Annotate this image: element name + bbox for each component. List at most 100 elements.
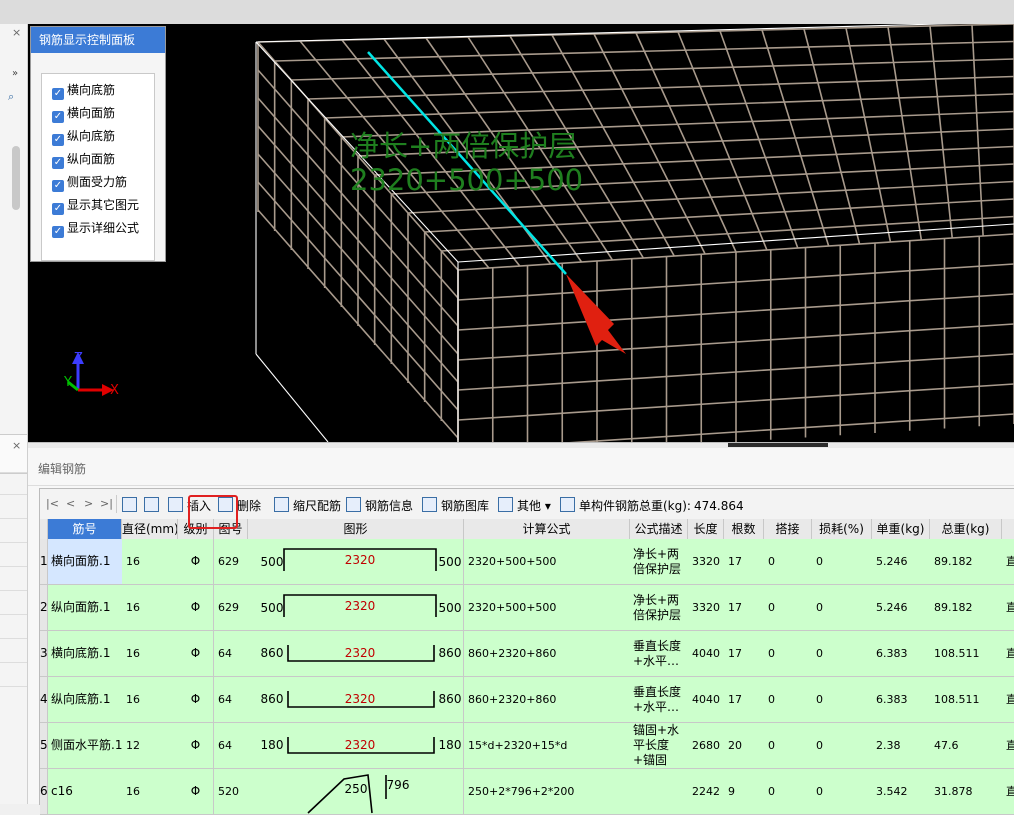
count-cell[interactable]: 20 <box>724 723 768 769</box>
length-cell[interactable]: 3320 <box>688 585 728 631</box>
figure-no-cell[interactable]: 629 <box>214 539 252 585</box>
grade-cell[interactable]: Φ <box>178 677 214 723</box>
loss-cell[interactable]: 0 <box>812 585 876 631</box>
checkbox-show-formula[interactable]: ✓ 显示详细公式 <box>52 218 139 238</box>
lap-cell[interactable]: 0 <box>764 585 816 631</box>
unit-weight-cell[interactable]: 3.542 <box>872 769 934 815</box>
formula-desc-cell[interactable]: 净长+两倍保护层 <box>630 539 691 585</box>
trail-cell[interactable]: 直 <box>1002 677 1014 723</box>
figure-no-cell[interactable]: 64 <box>214 677 252 723</box>
rebar-library-button[interactable]: 钢筋图库 <box>422 497 489 514</box>
scrollbar-thumb[interactable] <box>12 146 20 210</box>
figure-no-cell[interactable]: 520 <box>214 769 252 815</box>
loss-cell[interactable]: 0 <box>812 769 876 815</box>
check-icon[interactable]: ✓ <box>52 226 64 238</box>
loss-cell[interactable]: 0 <box>812 677 876 723</box>
unit-weight-cell[interactable]: 6.383 <box>872 631 934 677</box>
diameter-cell[interactable]: 16 <box>122 585 182 631</box>
trail-cell[interactable]: 直 <box>1002 769 1014 815</box>
close-icon[interactable]: × <box>12 439 21 452</box>
unit-weight-cell[interactable]: 5.246 <box>872 539 934 585</box>
lap-cell[interactable]: 0 <box>764 539 816 585</box>
diameter-cell[interactable]: 12 <box>122 723 182 769</box>
move-down-button[interactable] <box>144 497 163 513</box>
total-weight-cell[interactable]: 31.878 <box>930 769 1006 815</box>
length-cell[interactable]: 2680 <box>688 723 728 769</box>
checkbox-horizontal-bottom[interactable]: ✓ 横向底筋 <box>52 80 115 100</box>
grade-cell[interactable]: Φ <box>178 585 214 631</box>
total-weight-cell[interactable]: 47.6 <box>930 723 1006 769</box>
close-icon[interactable]: × <box>12 26 21 39</box>
total-weight-cell[interactable]: 89.182 <box>930 539 1006 585</box>
shape-cell[interactable]: 500 2320 500 <box>248 539 464 585</box>
check-icon[interactable]: ✓ <box>52 203 64 215</box>
nav-first-button[interactable]: |< <box>46 497 59 510</box>
unit-weight-cell[interactable]: 5.246 <box>872 585 934 631</box>
formula-desc-cell[interactable]: 锚固+水平长度+锚固 <box>630 723 691 769</box>
formula-cell[interactable]: 2320+500+500 <box>464 539 634 585</box>
diameter-cell[interactable]: 16 <box>122 677 182 723</box>
length-cell[interactable]: 3320 <box>688 539 728 585</box>
shape-cell[interactable]: 250 796 <box>248 769 464 815</box>
checkbox-vertical-bottom[interactable]: ✓ 纵向底筋 <box>52 126 115 146</box>
shape-cell[interactable]: 860 2320 860 <box>248 677 464 723</box>
check-icon[interactable]: ✓ <box>52 88 64 100</box>
loss-cell[interactable]: 0 <box>812 723 876 769</box>
unit-weight-cell[interactable]: 2.38 <box>872 723 934 769</box>
rebar-name-cell[interactable]: 侧面水平筋.1 <box>48 723 125 769</box>
grade-cell[interactable]: Φ <box>178 769 214 815</box>
nav-next-button[interactable]: > <box>84 497 93 510</box>
trail-cell[interactable]: 直 <box>1002 539 1014 585</box>
shape-cell[interactable]: 500 2320 500 <box>248 585 464 631</box>
shape-cell[interactable]: 180 2320 180 <box>248 723 464 769</box>
grade-cell[interactable]: Φ <box>178 631 214 677</box>
column-header[interactable] <box>40 519 48 540</box>
trail-cell[interactable]: 直 <box>1002 631 1014 677</box>
total-weight-cell[interactable]: 108.511 <box>930 677 1006 723</box>
loss-cell[interactable]: 0 <box>812 631 876 677</box>
column-header[interactable]: 根数 <box>724 519 764 540</box>
column-header[interactable]: 筋号 <box>48 519 122 540</box>
total-weight-cell[interactable]: 108.511 <box>930 631 1006 677</box>
formula-desc-cell[interactable]: 垂直长度+水平… <box>630 631 691 677</box>
column-header[interactable]: 搭接 <box>764 519 812 540</box>
column-header[interactable]: 长度 <box>688 519 724 540</box>
count-cell[interactable]: 17 <box>724 677 768 723</box>
figure-no-cell[interactable]: 629 <box>214 585 252 631</box>
checkbox-vertical-top[interactable]: ✓ 纵向面筋 <box>52 149 115 169</box>
column-header[interactable]: 计算公式 <box>464 519 630 540</box>
lap-cell[interactable]: 0 <box>764 677 816 723</box>
loss-cell[interactable]: 0 <box>812 539 876 585</box>
figure-no-cell[interactable]: 64 <box>214 723 252 769</box>
rebar-name-cell[interactable]: 纵向面筋.1 <box>48 585 125 631</box>
grade-cell[interactable]: Φ <box>178 723 214 769</box>
move-up-button[interactable] <box>122 497 141 513</box>
diameter-cell[interactable]: 16 <box>122 769 182 815</box>
trail-cell[interactable]: 直 <box>1002 585 1014 631</box>
nav-prev-button[interactable]: < <box>66 497 75 510</box>
rebar-name-cell[interactable]: 横向底筋.1 <box>48 631 125 677</box>
count-cell[interactable]: 17 <box>724 585 768 631</box>
formula-desc-cell[interactable] <box>630 769 691 815</box>
lap-cell[interactable]: 0 <box>764 769 816 815</box>
total-weight-cell[interactable]: 89.182 <box>930 585 1006 631</box>
column-header[interactable]: 总重(kg) <box>930 519 1002 540</box>
grade-cell[interactable]: Φ <box>178 539 214 585</box>
rebar-info-button[interactable]: 钢筋信息 <box>346 497 413 514</box>
diameter-cell[interactable]: 16 <box>122 631 182 677</box>
count-cell[interactable]: 17 <box>724 539 768 585</box>
unit-weight-cell[interactable]: 6.383 <box>872 677 934 723</box>
formula-cell[interactable]: 15*d+2320+15*d <box>464 723 634 769</box>
splitter-handle[interactable] <box>728 443 828 447</box>
search-icon[interactable]: ⌕ <box>8 90 14 104</box>
scale-config-button[interactable]: 缩尺配筋 <box>274 497 341 514</box>
formula-cell[interactable]: 860+2320+860 <box>464 631 634 677</box>
column-header[interactable]: 公式描述 <box>630 519 688 540</box>
formula-desc-cell[interactable]: 净长+两倍保护层 <box>630 585 691 631</box>
rebar-name-cell[interactable]: 纵向底筋.1 <box>48 677 125 723</box>
lap-cell[interactable]: 0 <box>764 631 816 677</box>
count-cell[interactable]: 17 <box>724 631 768 677</box>
expand-arrow-icon[interactable]: » <box>12 68 18 79</box>
figure-no-cell[interactable]: 64 <box>214 631 252 677</box>
rebar-name-cell[interactable]: c16 <box>48 769 125 815</box>
